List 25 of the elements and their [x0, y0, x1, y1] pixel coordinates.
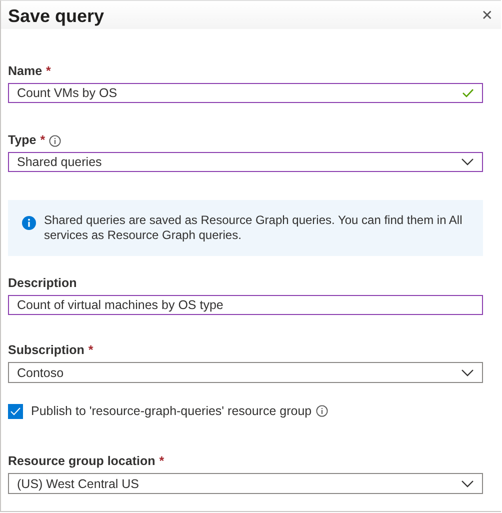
dropdown[interactable]: Shared queries: [8, 152, 483, 172]
field-label: Subscription: [8, 343, 84, 358]
close-button[interactable]: ✕: [481, 8, 493, 24]
info-icon: [22, 216, 36, 230]
field-label: Type: [8, 133, 36, 148]
field-label: Resource group location: [8, 454, 156, 469]
required-mark: *: [46, 64, 51, 79]
dropdown[interactable]: (US) West Central US: [8, 473, 483, 494]
chevron-down-icon: [461, 480, 474, 488]
required-mark: *: [159, 454, 164, 469]
dropdown[interactable]: Contoso: [8, 362, 483, 383]
field-label: Description: [8, 276, 77, 291]
field-label: Name: [8, 64, 42, 79]
info-icon[interactable]: [316, 405, 328, 417]
checkbox-label: Publish to 'resource-graph-queries' resource group: [31, 404, 312, 418]
chevron-down-icon: [461, 158, 474, 166]
info-text: Shared queries are saved as Resource Graph queries. You can find them in All services as Resource Graph queries.: [44, 213, 464, 243]
required-mark: *: [40, 133, 46, 148]
panel-title: Save query: [8, 6, 104, 26]
input-field[interactable]: Count of virtual machines by OS type: [8, 295, 483, 315]
input-field[interactable]: Count VMs by OS: [8, 83, 483, 103]
checkbox[interactable]: [8, 404, 23, 418]
chevron-down-icon: [461, 368, 474, 376]
required-mark: *: [88, 343, 94, 358]
info-icon[interactable]: [49, 134, 62, 146]
